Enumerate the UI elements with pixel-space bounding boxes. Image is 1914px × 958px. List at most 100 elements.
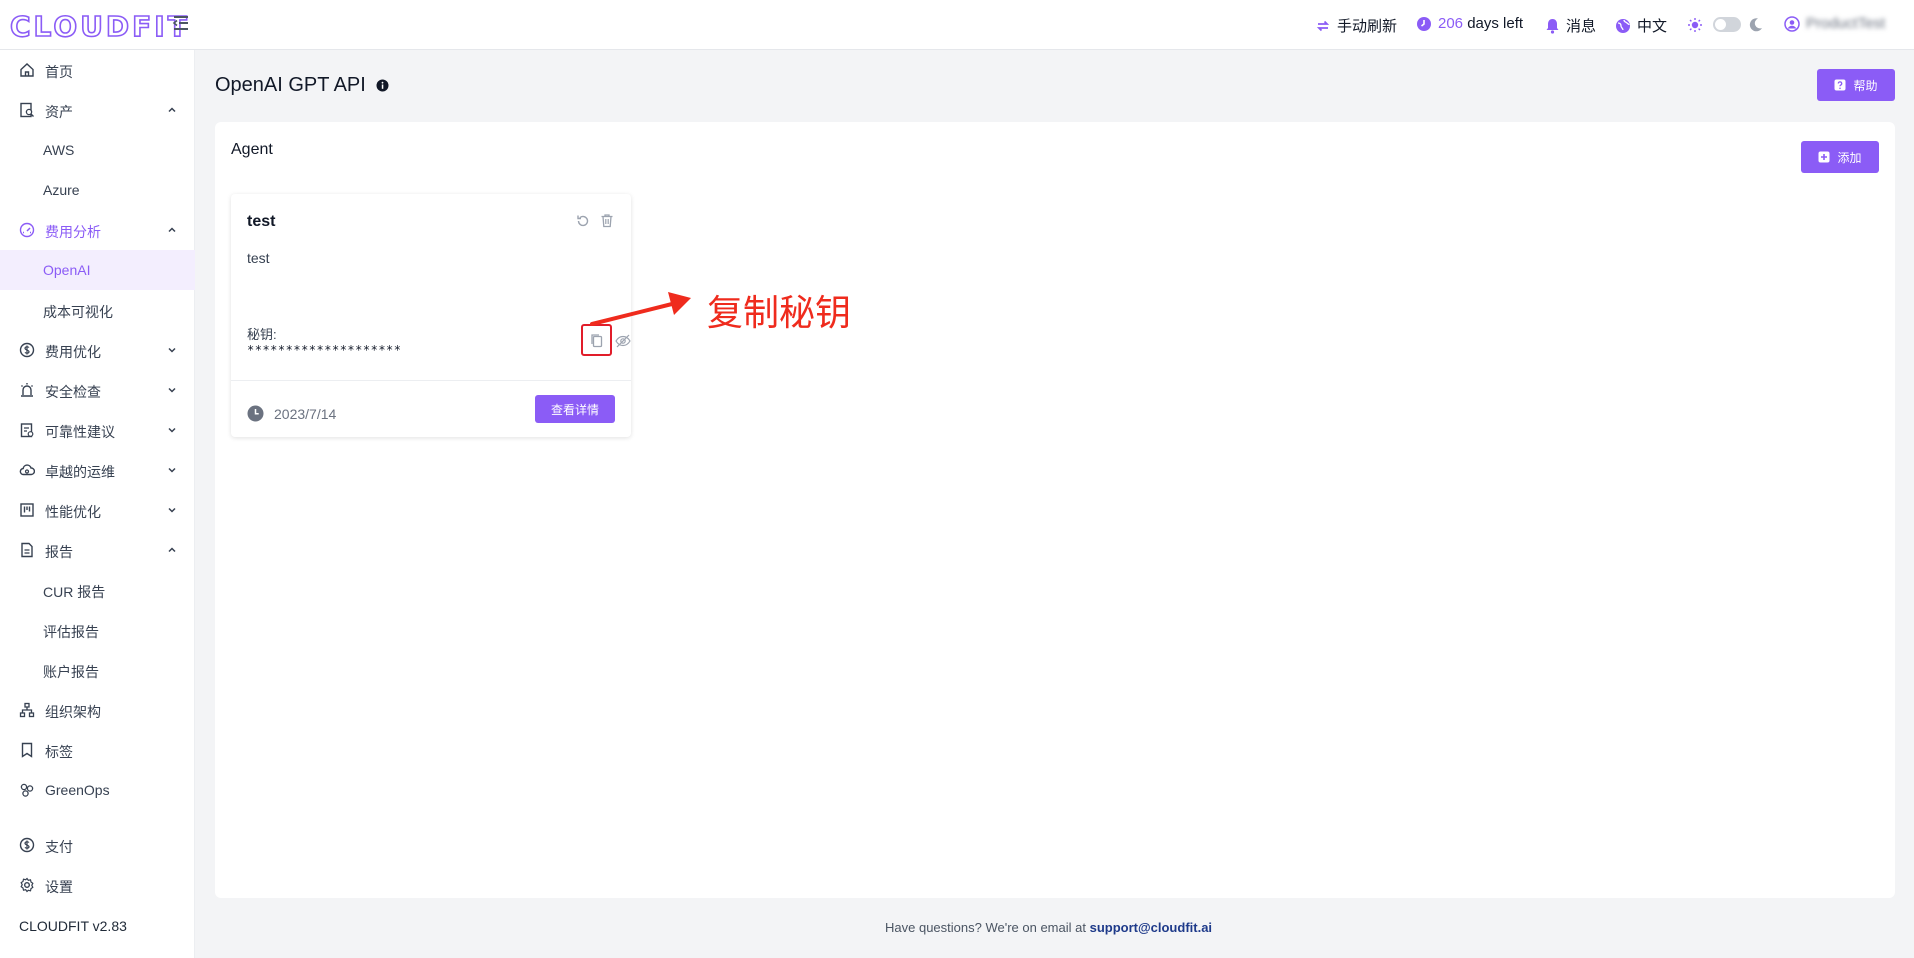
sidebar-item-label: 设置 bbox=[45, 879, 73, 895]
trash-icon[interactable] bbox=[600, 213, 614, 228]
sidebar-item-label: 费用优化 bbox=[45, 344, 101, 360]
globe-icon bbox=[1616, 18, 1630, 33]
sidebar-item-account-report[interactable]: 账户报告 bbox=[0, 650, 195, 690]
annotation-label: 复制秘钥 bbox=[707, 293, 852, 334]
sidebar-item-payment[interactable]: 支付 bbox=[0, 825, 195, 865]
card-title: test bbox=[247, 213, 276, 230]
sidebar-item-reliability[interactable]: 可靠性建议 bbox=[0, 410, 195, 450]
sidebar-item-label: 评估报告 bbox=[43, 624, 99, 640]
org-chart-icon bbox=[19, 702, 35, 718]
gauge-icon bbox=[19, 222, 35, 238]
sidebar-item-security-check[interactable]: 安全检查 bbox=[0, 370, 195, 410]
sidebar: 首页 资产 AWS Azure 费用分析 OpenAI 成本可视化 费用优化 安… bbox=[0, 50, 195, 958]
language-switch[interactable]: 中文 bbox=[1615, 15, 1667, 36]
chevron-up-icon bbox=[168, 107, 176, 113]
chevron-down-icon bbox=[168, 467, 176, 473]
days-left-suffix: days left bbox=[1467, 15, 1524, 32]
document-icon bbox=[21, 542, 33, 558]
sidebar-item-label: AWS bbox=[43, 142, 75, 158]
manual-refresh-label: 手动刷新 bbox=[1337, 18, 1398, 35]
sidebar-item-label: 支付 bbox=[45, 839, 73, 855]
top-bar: CLOUDFIT 手动刷新 206 days left 消息 中文 Produc… bbox=[0, 0, 1914, 50]
alarm-icon bbox=[21, 383, 33, 397]
messages-button[interactable]: 消息 bbox=[1545, 15, 1596, 36]
help-icon bbox=[1834, 79, 1846, 91]
panel-title: Agent bbox=[231, 141, 273, 158]
home-icon bbox=[20, 63, 34, 77]
leaf-icon bbox=[20, 783, 34, 797]
sidebar-item-reports[interactable]: 报告 bbox=[0, 530, 195, 570]
add-button-label: 添加 bbox=[1837, 150, 1862, 165]
reset-icon[interactable] bbox=[576, 214, 590, 228]
annotation-arrow bbox=[590, 292, 691, 326]
sidebar-item-cost-analysis[interactable]: 费用分析 bbox=[0, 210, 195, 250]
kanban-icon bbox=[20, 503, 34, 517]
sidebar-item-organization[interactable]: 组织架构 bbox=[0, 690, 195, 730]
add-button[interactable]: 添加 bbox=[1801, 141, 1879, 173]
sidebar-item-performance[interactable]: 性能优化 bbox=[0, 490, 195, 530]
cloud-ops-icon bbox=[19, 464, 35, 476]
sidebar-item-greenops[interactable]: GreenOps bbox=[0, 770, 195, 810]
footer: Have questions? We're on email at suppor… bbox=[885, 920, 1212, 935]
sidebar-item-openai[interactable]: OpenAI bbox=[0, 250, 195, 290]
sidebar-item-assets[interactable]: 资产 bbox=[0, 90, 195, 130]
eye-off-icon[interactable] bbox=[615, 334, 631, 348]
sidebar-item-aws[interactable]: AWS bbox=[0, 130, 195, 170]
app-version: CLOUDFIT v2.83 bbox=[19, 918, 127, 934]
sidebar-item-cur-report[interactable]: CUR 报告 bbox=[0, 570, 195, 610]
footer-text: Have questions? We're on email at bbox=[885, 920, 1086, 935]
page-title: OpenAI GPT API bbox=[215, 74, 389, 97]
user-name: ProductTest bbox=[1806, 15, 1886, 32]
dollar-icon bbox=[19, 342, 35, 358]
sun-icon bbox=[1688, 18, 1702, 32]
chevron-up-icon bbox=[168, 547, 176, 553]
manual-refresh-button[interactable]: 手动刷新 bbox=[1315, 15, 1397, 36]
help-button-label: 帮助 bbox=[1853, 78, 1878, 93]
clock-icon bbox=[1417, 16, 1431, 31]
sidebar-item-label: 费用分析 bbox=[45, 224, 101, 240]
chevron-down-icon bbox=[168, 507, 176, 513]
card-created-date: 2023/7/14 bbox=[247, 405, 336, 422]
sidebar-item-settings[interactable]: 设置 bbox=[0, 865, 195, 905]
sidebar-item-cost-optimization[interactable]: 费用优化 bbox=[0, 330, 195, 370]
sidebar-item-label: 标签 bbox=[45, 744, 73, 760]
days-left-indicator: 206 days left bbox=[1416, 15, 1523, 32]
chevron-down-icon bbox=[168, 387, 176, 393]
chevron-down-icon bbox=[168, 427, 176, 433]
menu-collapse-icon[interactable] bbox=[172, 14, 190, 32]
add-icon bbox=[1818, 151, 1830, 163]
sidebar-item-label: 性能优化 bbox=[45, 504, 101, 520]
agent-panel: Agent 添加 test test 秘钥: *****************… bbox=[215, 122, 1895, 898]
copy-highlight-box bbox=[581, 324, 612, 356]
view-details-label: 查看详情 bbox=[550, 402, 599, 417]
sidebar-item-label: 安全检查 bbox=[45, 384, 101, 400]
theme-toggle[interactable] bbox=[1713, 17, 1741, 32]
view-details-button[interactable]: 查看详情 bbox=[535, 395, 615, 423]
sidebar-item-tags[interactable]: 标签 bbox=[0, 730, 195, 770]
days-left-count: 206 bbox=[1438, 15, 1464, 32]
clock-icon bbox=[247, 405, 264, 422]
card-date-text: 2023/7/14 bbox=[274, 405, 337, 422]
info-icon[interactable] bbox=[376, 79, 389, 92]
help-button[interactable]: 帮助 bbox=[1817, 69, 1895, 101]
asset-search-icon bbox=[20, 102, 34, 118]
secret-key-label: 秘钥: bbox=[247, 327, 277, 342]
messages-label: 消息 bbox=[1566, 18, 1597, 35]
sidebar-item-cost-visualization[interactable]: 成本可视化 bbox=[0, 290, 195, 330]
support-email-link[interactable]: support@cloudfit.ai bbox=[1090, 920, 1212, 935]
agent-card: test test 秘钥: ******************** 2023/… bbox=[231, 194, 631, 437]
user-menu[interactable]: ProductTest bbox=[1784, 15, 1885, 32]
secret-key-value: ******************** bbox=[247, 343, 402, 357]
clipboard-icon bbox=[20, 423, 34, 438]
language-label: 中文 bbox=[1637, 18, 1668, 35]
sidebar-item-azure[interactable]: Azure bbox=[0, 170, 195, 210]
card-description: test bbox=[247, 250, 270, 266]
sidebar-item-assessment-report[interactable]: 评估报告 bbox=[0, 610, 195, 650]
refresh-icon bbox=[1316, 20, 1330, 31]
sidebar-item-operational-excellence[interactable]: 卓越的运维 bbox=[0, 450, 195, 490]
sidebar-item-home[interactable]: 首页 bbox=[0, 50, 195, 90]
chevron-up-icon bbox=[168, 227, 176, 233]
logo[interactable]: CLOUDFIT bbox=[9, 9, 190, 44]
sidebar-item-label: CUR 报告 bbox=[43, 584, 106, 600]
sidebar-item-label: GreenOps bbox=[45, 782, 110, 798]
